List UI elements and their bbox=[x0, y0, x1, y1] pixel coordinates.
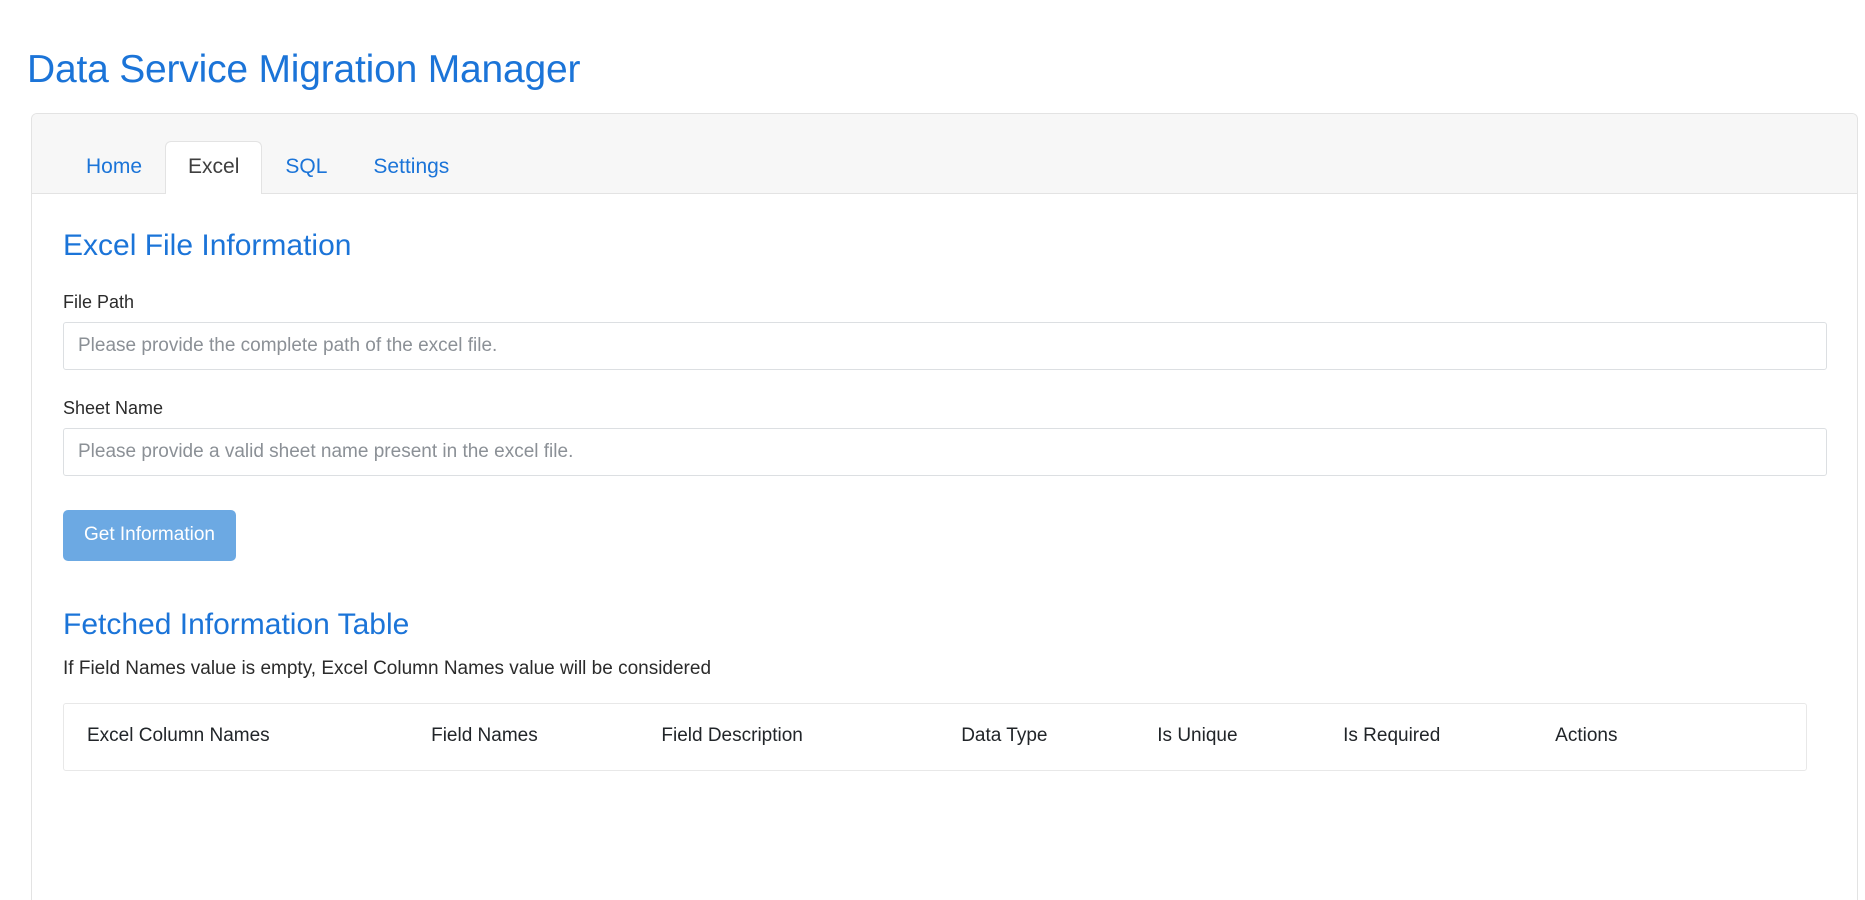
column-header-field-description: Field Description bbox=[661, 725, 803, 746]
file-path-label: File Path bbox=[63, 292, 135, 312]
column-header-is-required: Is Required bbox=[1343, 725, 1441, 746]
app-page: Data Service Migration Manager Home Exce… bbox=[0, 0, 1865, 900]
tab-sql[interactable]: SQL bbox=[262, 141, 350, 194]
fetched-table-note: If Field Names value is empty, Excel Col… bbox=[63, 658, 712, 679]
main-card: Home Excel SQL Settings Excel File Infor… bbox=[31, 113, 1858, 900]
excel-tab-panel: Excel File Information File Path Sheet N… bbox=[32, 194, 1857, 771]
fetched-information-table-heading: Fetched Information Table bbox=[63, 608, 410, 641]
table-header-row: Excel Column Names Field Names Field Des… bbox=[64, 704, 1806, 770]
excel-file-information-heading: Excel File Information bbox=[63, 229, 352, 262]
fetched-information-table: Excel Column Names Field Names Field Des… bbox=[63, 703, 1807, 771]
tab-excel[interactable]: Excel bbox=[165, 141, 263, 194]
column-header-is-unique: Is Unique bbox=[1157, 725, 1238, 746]
sheet-name-input[interactable] bbox=[63, 428, 1827, 476]
column-header-data-type: Data Type bbox=[961, 725, 1048, 746]
column-header-actions: Actions bbox=[1555, 725, 1618, 746]
page-title: Data Service Migration Manager bbox=[27, 48, 581, 92]
tab-settings[interactable]: Settings bbox=[350, 141, 472, 194]
file-path-input[interactable] bbox=[63, 322, 1827, 370]
column-header-field-names: Field Names bbox=[431, 725, 538, 746]
column-header-excel-column-names: Excel Column Names bbox=[87, 725, 270, 746]
sheet-name-label: Sheet Name bbox=[63, 398, 164, 418]
tab-home[interactable]: Home bbox=[63, 141, 165, 194]
get-information-button[interactable]: Get Information bbox=[63, 510, 236, 561]
tab-bar: Home Excel SQL Settings bbox=[32, 114, 1857, 194]
